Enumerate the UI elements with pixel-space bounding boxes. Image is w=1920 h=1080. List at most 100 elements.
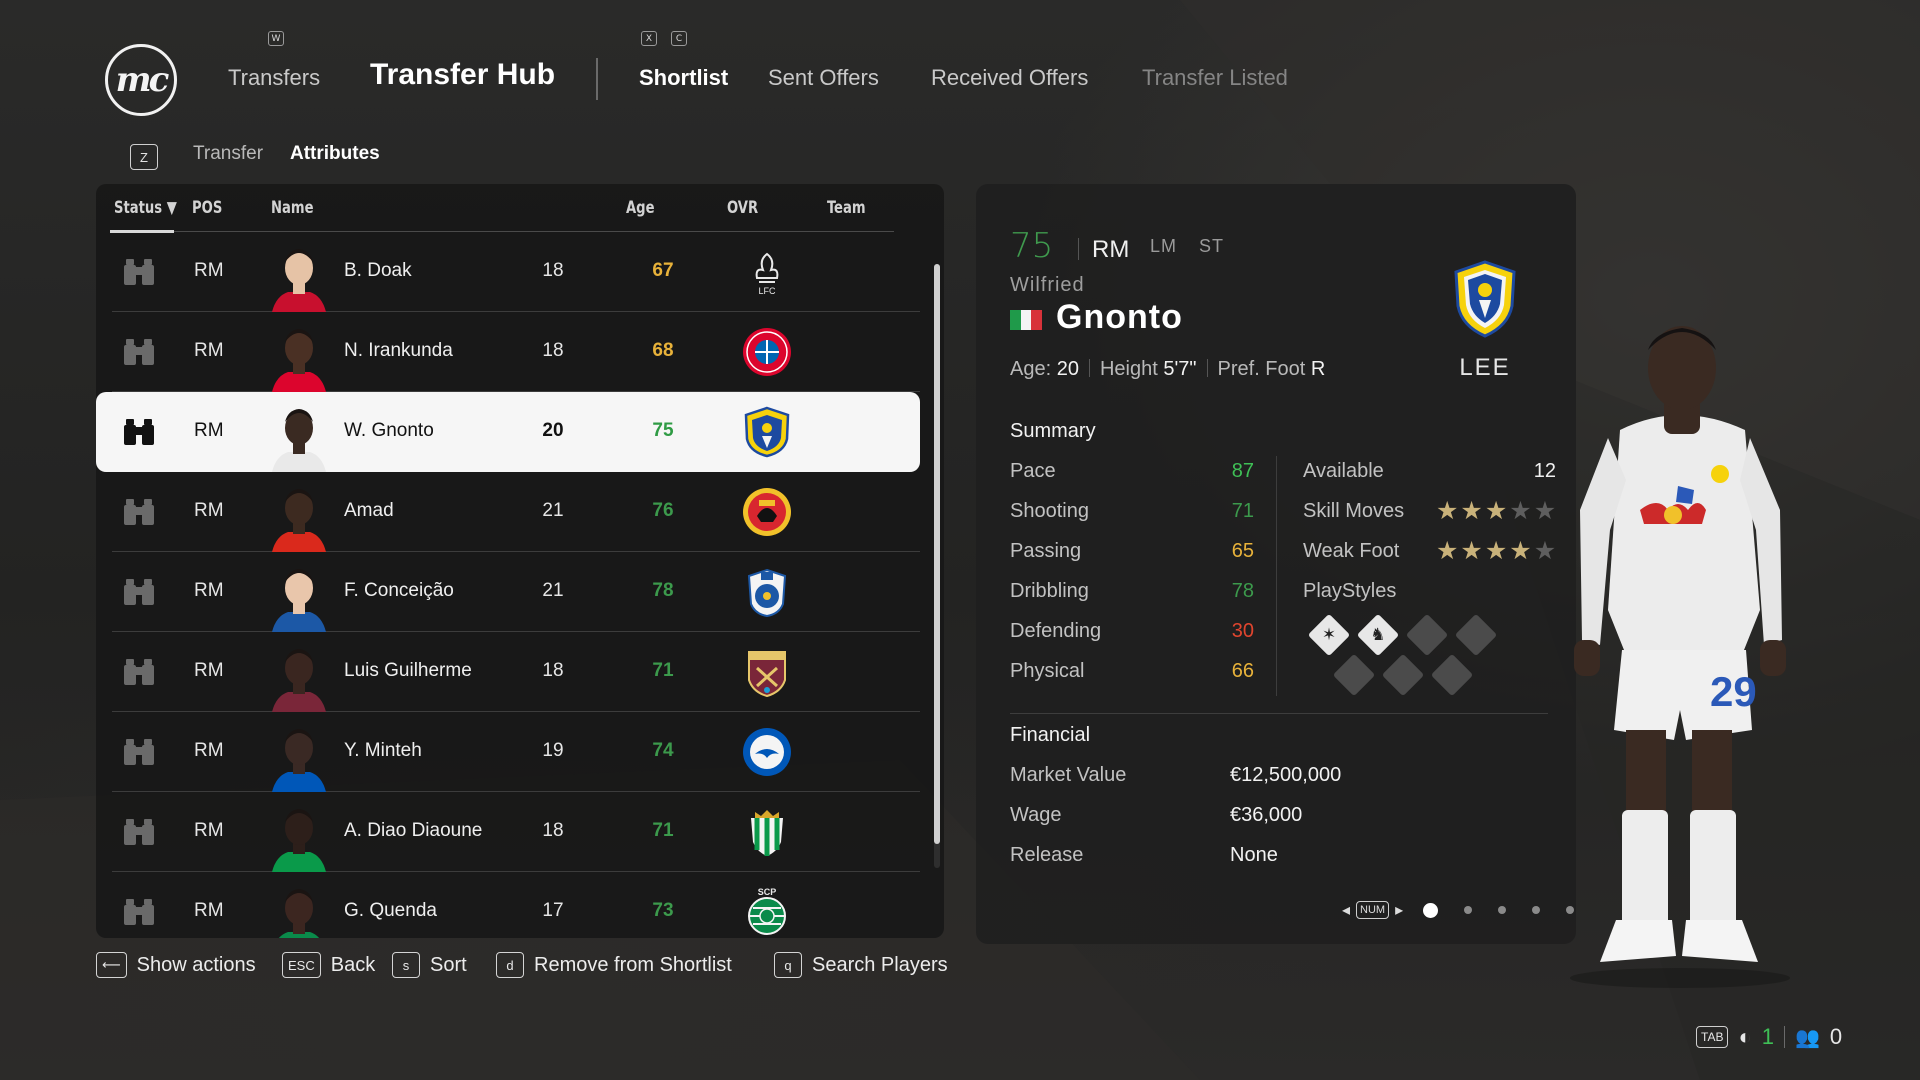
player-headshot [272,718,326,792]
available-value: 12 [1533,460,1556,482]
row-ovr: 71 [652,660,674,681]
table-row[interactable]: RM A. Diao Diaoune 18 71 [112,792,920,872]
col-pos[interactable]: POS [192,198,222,218]
table-row[interactable]: RM N. Irankunda 18 68 [112,312,920,392]
key-z-icon: Z [130,144,158,170]
release-label: Release [1010,844,1084,866]
man-utd-crest-icon [743,488,791,536]
detail-pager[interactable]: ◂ NUM ▸ [1342,900,1575,920]
star-filled-icon: ★ [1436,537,1459,565]
binoculars-icon[interactable] [122,257,156,287]
table-row[interactable]: RM Y. Minteh 19 74 [112,712,920,792]
star-empty-icon: ★ [1533,537,1557,565]
stat-value: 87 [1231,460,1254,482]
binoculars-icon[interactable] [122,817,156,847]
row-player-name: B. Doak [344,260,412,281]
chevron-left-icon[interactable]: ◂ [1342,900,1350,920]
subtab-attributes[interactable]: Attributes [290,143,380,165]
enter-key-icon: ⟵ [96,952,127,978]
table-row[interactable]: RM W. Gnonto 20 75 [96,392,920,472]
row-player-name: Luis Guilherme [344,660,472,681]
summary-title: Summary [1010,420,1096,442]
binoculars-icon[interactable] [122,497,156,527]
chevron-right-icon[interactable]: ▸ [1395,900,1403,920]
liverpool-crest-icon: LFC [755,252,779,296]
show-actions-button[interactable]: ⟵ Show actions [96,952,256,978]
show-actions-label: Show actions [136,953,256,976]
page-dot[interactable] [1498,906,1507,914]
binoculars-icon[interactable] [122,417,156,447]
weak-foot-stars: ★ ★ ★ ★ ★ [1436,539,1556,564]
binoculars-icon[interactable] [122,737,156,767]
row-ovr: 67 [652,260,674,281]
leeds-crest-icon [1454,260,1516,338]
player-first-name: Wilfried [1010,274,1085,296]
binoculars-icon[interactable] [122,577,156,607]
row-position: RM [194,820,224,841]
s-key-icon: s [392,952,420,978]
mc-logo: mc [105,44,177,116]
italy-flag-icon [1010,310,1043,330]
sort-button[interactable]: s Sort [392,952,467,978]
financial-divider [1010,713,1548,714]
page-dot-active[interactable] [1423,902,1439,918]
brighton-crest-icon [743,728,791,776]
playstyle-slot[interactable]: ✶ [1307,613,1351,657]
player-headshot [272,798,326,872]
row-position: RM [194,900,224,921]
foot-label: Pref. Foot [1217,358,1306,380]
row-age: 20 [542,420,564,441]
binoculars-icon[interactable] [122,657,156,687]
nav-transfers[interactable]: Transfers [228,65,320,91]
tab-transfer-listed[interactable]: Transfer Listed [1142,65,1288,91]
foot-value: R [1310,358,1326,380]
remove-from-shortlist-button[interactable]: d Remove from Shortlist [496,952,732,978]
col-name[interactable]: Name [271,198,314,218]
row-position: RM [194,340,224,361]
page-dot[interactable] [1532,906,1541,914]
table-row[interactable]: RM Amad 21 76 [112,472,920,552]
page-dot[interactable] [1464,906,1473,914]
online-icon: ◐ [1738,1024,1752,1049]
remove-from-shortlist-label: Remove from Shortlist [534,953,732,976]
stat-value: 71 [1231,500,1254,522]
binoculars-icon[interactable] [122,337,156,367]
tab-sent-offers[interactable]: Sent Offers [768,65,879,91]
tab-shortlist[interactable]: Shortlist [639,65,728,91]
height-label: Height [1099,358,1158,380]
search-players-label: Search Players [812,953,948,976]
row-player-name: A. Diao Diaoune [344,820,483,841]
col-status[interactable]: Status ▼ [114,198,177,218]
tab-received-offers[interactable]: Received Offers [931,65,1088,91]
col-ovr[interactable]: OVR [727,198,758,218]
binoculars-icon[interactable] [122,897,156,927]
row-player-name: Y. Minteh [344,740,422,761]
table-row[interactable]: RM F. Conceição 21 78 [112,552,920,632]
star-empty-icon: ★ [1509,497,1532,525]
star-filled-icon: ★ [1460,497,1483,525]
table-row[interactable]: RM B. Doak 18 67 LFC [112,232,920,312]
stat-label: Pace [1010,460,1056,482]
star-filled-icon: ★ [1484,497,1508,525]
esc-key-icon: ESC [282,952,321,978]
player-headshot [272,478,326,552]
scrollbar-thumb[interactable] [934,264,940,844]
playstyle-slot[interactable]: ♞ [1356,613,1400,657]
row-age: 18 [542,660,564,681]
col-team[interactable]: Team [827,198,866,218]
betis-crest-icon [751,810,783,856]
star-filled-icon: ★ [1509,537,1532,565]
table-row[interactable]: RM Luis Guilherme 18 71 [112,632,920,712]
table-row[interactable]: RM G. Quenda 17 73 SCP [112,872,920,938]
subtab-transfer[interactable]: Transfer [193,143,263,165]
status-divider [1784,1026,1785,1048]
row-age: 21 [542,500,564,521]
search-players-button[interactable]: q Search Players [774,952,948,978]
col-age[interactable]: Age [626,198,655,218]
num-key-icon: NUM [1356,901,1390,919]
player-ovr: 75 [1010,226,1054,266]
back-button[interactable]: ESC Back [282,952,375,978]
row-ovr: 76 [652,500,674,521]
d-key-icon: d [496,952,524,978]
available-label: Available [1303,460,1384,482]
